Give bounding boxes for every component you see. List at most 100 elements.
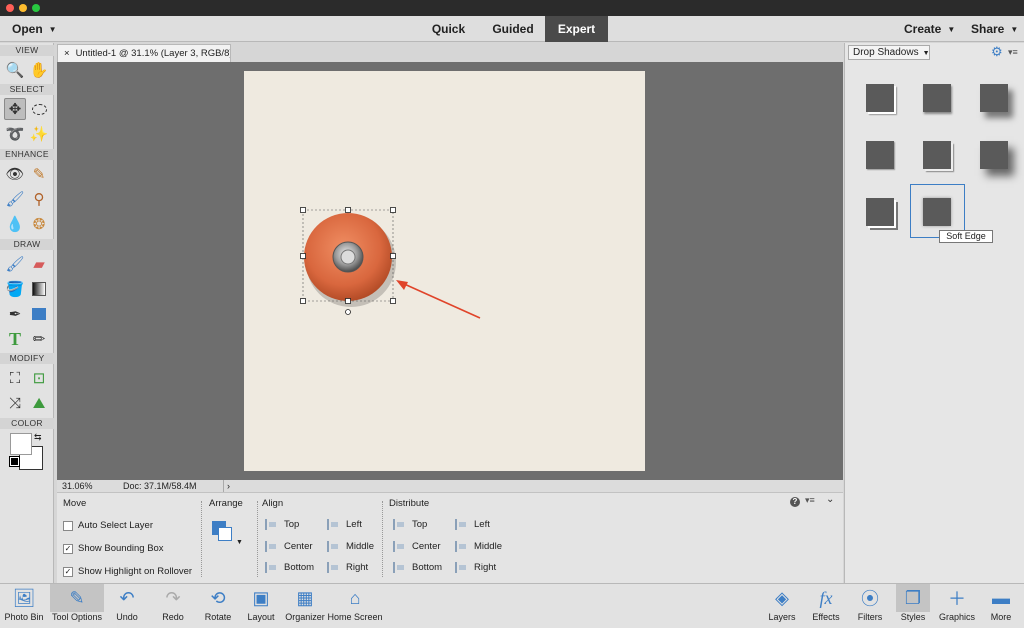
eyedropper-tool-icon[interactable]: ✒: [4, 303, 26, 325]
drop-shadow-style-swatch[interactable]: [980, 141, 1008, 169]
distribute-left-button[interactable]: Left: [455, 519, 490, 530]
align-middle-button[interactable]: Middle: [327, 541, 374, 552]
distribute-top-button[interactable]: Top: [393, 519, 427, 530]
rotate-label: Rotate: [204, 612, 232, 622]
align-left-button[interactable]: Left: [327, 519, 362, 530]
checkbox-checked[interactable]: ✓: [63, 543, 73, 554]
rectangle-shape-tool-icon[interactable]: [28, 303, 50, 325]
share-menu[interactable]: Share ▼: [971, 16, 1018, 42]
style-category-label: Drop Shadows: [853, 47, 919, 58]
sponge-tool-icon[interactable]: 🖌: [4, 188, 26, 210]
move-tool-icon[interactable]: ✥: [4, 98, 26, 120]
align-right-button[interactable]: Right: [327, 562, 368, 573]
settings-gear-icon[interactable]: ⚙: [991, 45, 1003, 59]
arrange-button[interactable]: ▼: [212, 521, 243, 549]
foreground-color-swatch[interactable]: [10, 433, 32, 455]
status-menu-arrow-icon[interactable]: ›: [223, 480, 233, 492]
undo-button[interactable]: ↶ Undo: [112, 584, 142, 628]
layers-button[interactable]: ◈ Layers: [764, 584, 800, 628]
distribute-middle-button[interactable]: Middle: [455, 541, 502, 552]
marquee-tool-icon[interactable]: [28, 98, 50, 120]
healing-tool-icon[interactable]: ✎: [28, 163, 50, 185]
document-title: Untitled-1 @ 31.1% (Layer 3, RGB/8) *: [75, 48, 231, 59]
document-canvas[interactable]: [244, 71, 645, 471]
straighten-tool-icon[interactable]: ⛰: [28, 392, 50, 414]
minimize-window-dot[interactable]: [19, 4, 27, 12]
distribute-center-button[interactable]: Center: [393, 541, 441, 552]
pencil-tool-icon[interactable]: ✏: [28, 328, 50, 350]
document-tab[interactable]: × Untitled-1 @ 31.1% (Layer 3, RGB/8) *: [57, 44, 231, 62]
create-menu[interactable]: Create ▼: [904, 16, 955, 42]
swap-colors-icon[interactable]: ⇆: [34, 432, 42, 443]
layout-button[interactable]: ▣ Layout: [244, 584, 278, 628]
zoom-window-dot[interactable]: [32, 4, 40, 12]
home-screen-button[interactable]: ⌂ Home Screen: [327, 584, 383, 628]
checkbox-unchecked[interactable]: [63, 520, 73, 531]
help-icon[interactable]: ?: [790, 497, 800, 507]
graphics-button[interactable]: ＋ Graphics: [936, 584, 978, 628]
layers-icon: ◈: [775, 587, 789, 608]
close-window-dot[interactable]: [6, 4, 14, 12]
hand-tool-icon[interactable]: ✋: [28, 59, 50, 81]
stamp-tool-icon[interactable]: ⚲: [28, 188, 50, 210]
organizer-button[interactable]: ▦ Organizer: [284, 584, 326, 628]
effects-button[interactable]: fx Effects: [808, 584, 844, 628]
align-center-button[interactable]: Center: [265, 541, 313, 552]
tool-options-panel: Move Auto Select Layer ✓ Show Bounding Bo…: [57, 492, 843, 583]
drop-shadow-style-swatch[interactable]: [866, 198, 894, 226]
highlight-checkbox[interactable]: ✓ Show Highlight on Rollover: [63, 566, 192, 577]
highlight-label: Show Highlight on Rollover: [78, 566, 193, 577]
drop-shadow-style-swatch[interactable]: [866, 141, 894, 169]
drop-shadow-style-swatch[interactable]: [866, 84, 894, 112]
distribute-bottom-icon: [393, 562, 405, 573]
mode-expert[interactable]: Expert: [545, 16, 608, 42]
type-tool-icon[interactable]: T: [4, 328, 26, 350]
undo-label: Undo: [116, 612, 138, 622]
tool-options-button[interactable]: ✎ Tool Options: [50, 584, 104, 628]
styles-button[interactable]: ❐ Styles: [896, 584, 930, 628]
drop-shadow-style-swatch[interactable]: [980, 84, 1008, 112]
redo-button[interactable]: ↷ Redo: [158, 584, 188, 628]
magic-wand-tool-icon[interactable]: ✨: [28, 123, 50, 145]
checkbox-checked[interactable]: ✓: [63, 566, 73, 577]
brush-tool-icon[interactable]: 🖌: [4, 253, 26, 275]
drop-shadow-style-swatch[interactable]: [923, 84, 951, 112]
style-tooltip: Soft Edge: [939, 230, 993, 243]
filters-button[interactable]: ⦿ Filters: [852, 584, 888, 628]
collapse-chevron-icon[interactable]: ⌄: [826, 494, 834, 505]
distribute-right-button[interactable]: Right: [455, 562, 496, 573]
eraser-tool-icon[interactable]: ▰: [28, 253, 50, 275]
auto-select-checkbox[interactable]: Auto Select Layer: [63, 520, 153, 531]
rotate-button[interactable]: ⟲ Rotate: [200, 584, 236, 628]
panel-options-icon[interactable]: ▾≡: [1008, 45, 1018, 59]
distribute-bottom-button[interactable]: Bottom: [393, 562, 442, 573]
graphics-plus-icon: ＋: [948, 589, 966, 609]
cookie-cutter-tool-icon[interactable]: ❂: [28, 213, 50, 235]
style-category-dropdown[interactable]: Drop Shadows ▼: [848, 45, 930, 60]
zoom-tool-icon[interactable]: 🔍: [4, 59, 26, 81]
redo-icon: ↷: [165, 587, 181, 608]
mode-guided[interactable]: Guided: [482, 16, 544, 42]
default-colors-icon[interactable]: [9, 456, 20, 467]
photo-bin-label: Photo Bin: [4, 612, 44, 622]
drop-shadow-style-swatch[interactable]: [923, 141, 951, 169]
content-move-tool-icon[interactable]: ⤨: [4, 392, 26, 414]
align-top-button[interactable]: Top: [265, 519, 299, 530]
crop-tool-icon[interactable]: ⛶: [4, 367, 26, 389]
panel-menu-icon[interactable]: ▾≡: [805, 495, 815, 506]
soft-edge-style-swatch[interactable]: [923, 198, 951, 226]
open-menu[interactable]: Open ▼: [12, 16, 57, 42]
mode-quick[interactable]: Quick: [421, 16, 476, 42]
recompose-tool-icon[interactable]: ⊡: [28, 367, 50, 389]
align-bottom-button[interactable]: Bottom: [265, 562, 314, 573]
red-eye-tool-icon[interactable]: 👁: [4, 163, 26, 185]
photo-bin-button[interactable]: 🖼 Photo Bin: [4, 584, 44, 628]
gradient-tool-icon[interactable]: [28, 278, 50, 300]
more-button[interactable]: ▬ More: [984, 584, 1018, 628]
close-tab-icon[interactable]: ×: [64, 48, 70, 59]
blur-tool-icon[interactable]: 💧: [4, 213, 26, 235]
bounding-box-label: Show Bounding Box: [78, 543, 164, 554]
lasso-tool-icon[interactable]: ➰: [4, 123, 26, 145]
paint-bucket-tool-icon[interactable]: 🪣: [4, 278, 26, 300]
bounding-box-checkbox[interactable]: ✓ Show Bounding Box: [63, 543, 164, 554]
